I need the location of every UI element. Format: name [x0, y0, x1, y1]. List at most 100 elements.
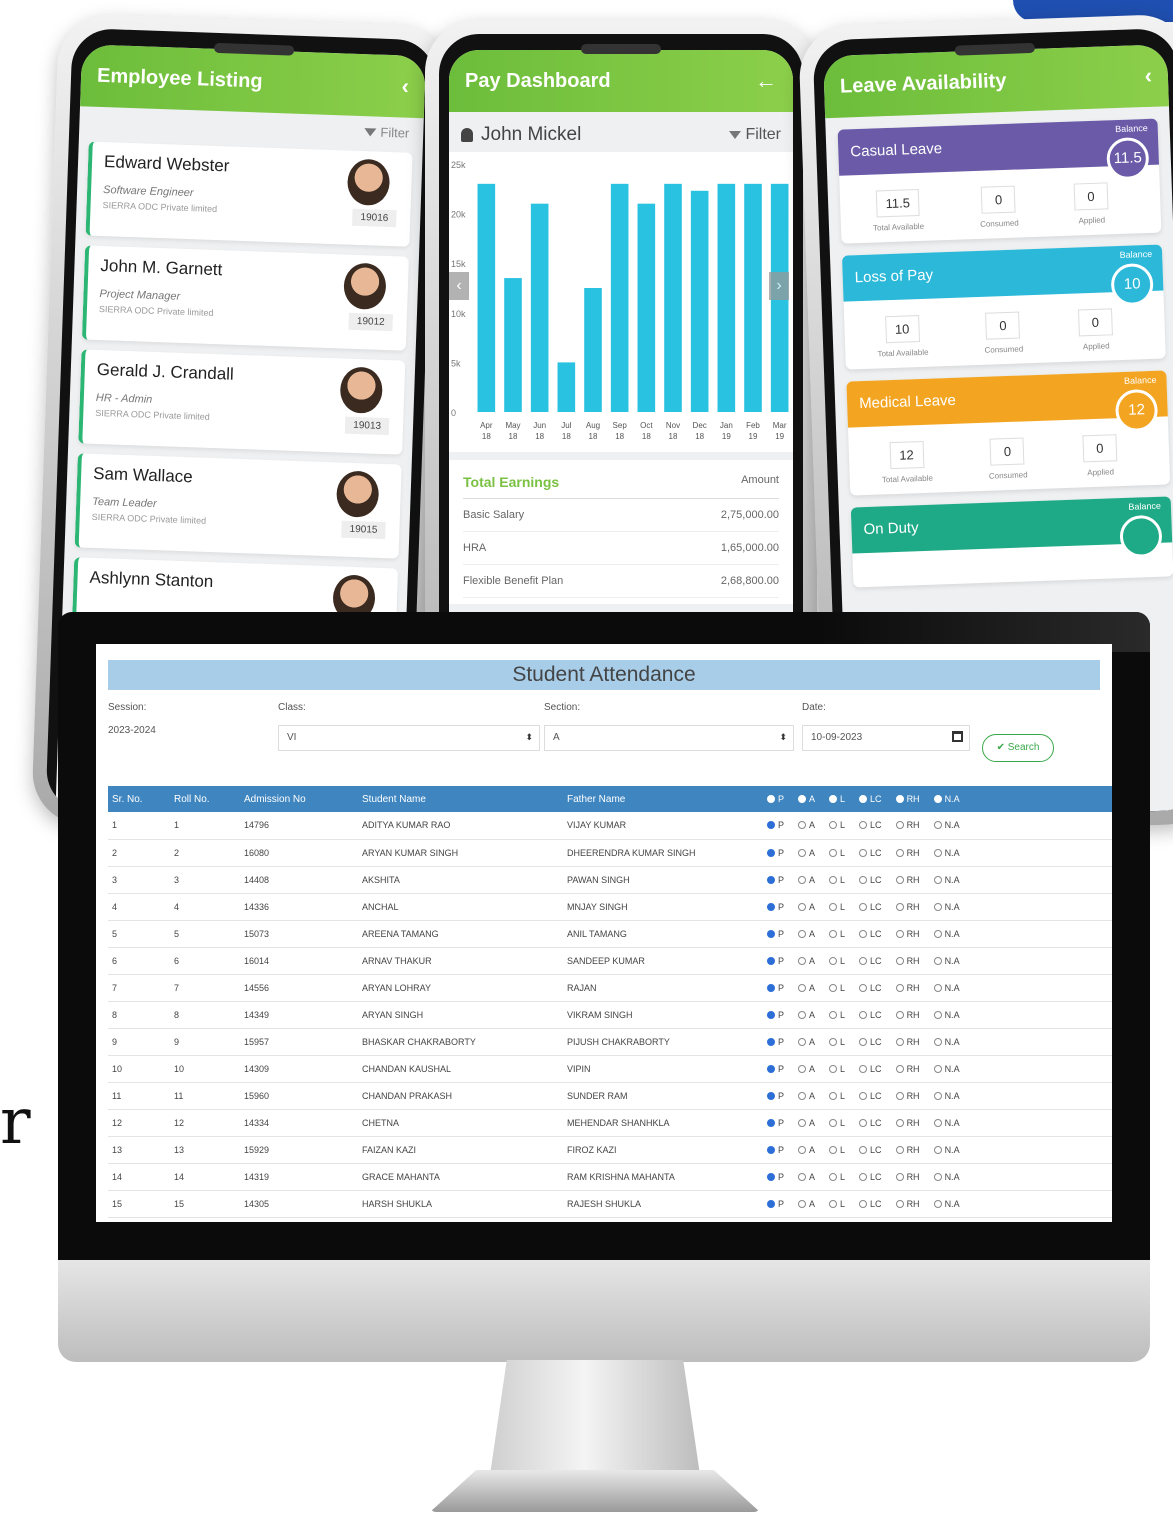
status-radio[interactable]: RH: [895, 1199, 920, 1209]
status-radio[interactable]: LC: [859, 929, 882, 939]
status-radio[interactable]: N.A: [933, 1037, 960, 1047]
status-radio[interactable]: RH: [895, 820, 920, 830]
status-radio[interactable]: LC: [859, 956, 882, 966]
status-radio[interactable]: N.A: [933, 956, 960, 966]
bar[interactable]: [637, 203, 656, 412]
status-radio[interactable]: RH: [895, 875, 920, 885]
bar[interactable]: [530, 203, 549, 412]
status-radio[interactable]: N.A: [933, 1199, 960, 1209]
employee-card[interactable]: Edward Webster Software Engineer SIERRA OD…: [85, 141, 413, 247]
status-radio[interactable]: L: [829, 1010, 845, 1020]
bar[interactable]: [717, 183, 736, 412]
status-radio[interactable]: RH: [895, 1010, 920, 1020]
status-radio[interactable]: P: [767, 956, 784, 966]
status-radio[interactable]: A: [798, 848, 815, 858]
status-radio[interactable]: L: [829, 1145, 845, 1155]
status-radio[interactable]: A: [798, 1091, 815, 1101]
class-select[interactable]: VI ⬍: [278, 725, 540, 751]
employee-card[interactable]: Gerald J. Crandall HR - Admin SIERRA ODC P…: [78, 349, 406, 455]
status-radio[interactable]: LC: [859, 848, 882, 858]
section-select[interactable]: A ⬍: [544, 725, 794, 751]
status-radio[interactable]: RH: [895, 1064, 920, 1074]
status-radio[interactable]: LC: [859, 1145, 882, 1155]
status-radio[interactable]: L: [829, 875, 845, 885]
status-radio[interactable]: A: [798, 983, 815, 993]
search-button[interactable]: ✔ Search: [982, 734, 1054, 762]
status-radio[interactable]: L: [829, 1091, 845, 1101]
status-radio[interactable]: A: [798, 929, 815, 939]
bar[interactable]: [504, 278, 522, 412]
status-radio[interactable]: A: [798, 875, 815, 885]
status-radio[interactable]: LC: [859, 1064, 882, 1074]
bar[interactable]: [744, 183, 762, 412]
status-radio[interactable]: A: [798, 902, 815, 912]
status-radio[interactable]: RH: [895, 1145, 920, 1155]
status-radio[interactable]: N.A: [933, 983, 960, 993]
status-radio[interactable]: L: [829, 820, 845, 830]
status-radio[interactable]: L: [829, 956, 845, 966]
status-radio[interactable]: LC: [859, 1199, 882, 1209]
status-radio[interactable]: LC: [859, 983, 882, 993]
bar[interactable]: [664, 183, 682, 412]
status-radio[interactable]: N.A: [933, 1145, 960, 1155]
status-radio[interactable]: P: [767, 1091, 784, 1101]
status-radio[interactable]: N.A: [933, 820, 960, 830]
status-radio[interactable]: LC: [859, 902, 882, 912]
chart-prev-icon[interactable]: ‹: [449, 272, 469, 300]
filter-button[interactable]: Filter: [729, 126, 781, 144]
status-radio[interactable]: P: [767, 902, 784, 912]
bar[interactable]: [690, 190, 709, 412]
status-radio[interactable]: N.A: [933, 902, 960, 912]
status-radio[interactable]: L: [829, 848, 845, 858]
status-radio[interactable]: N.A: [933, 1118, 960, 1128]
status-radio[interactable]: N.A: [933, 1010, 960, 1020]
status-radio[interactable]: RH: [895, 1091, 920, 1101]
status-radio[interactable]: P: [767, 875, 784, 885]
status-radio[interactable]: P: [767, 1172, 784, 1182]
status-radio[interactable]: A: [798, 1172, 815, 1182]
status-radio[interactable]: L: [829, 902, 845, 912]
status-radio[interactable]: RH: [895, 1118, 920, 1128]
bar[interactable]: [557, 362, 576, 412]
back-icon[interactable]: ‹: [1144, 63, 1152, 89]
bar[interactable]: [477, 183, 496, 412]
status-radio[interactable]: LC: [859, 1010, 882, 1020]
status-radio[interactable]: A: [798, 956, 815, 966]
status-radio[interactable]: LC: [859, 820, 882, 830]
date-input[interactable]: 10-09-2023: [802, 725, 970, 751]
status-radio[interactable]: LC: [859, 1091, 882, 1101]
status-radio[interactable]: RH: [895, 902, 920, 912]
status-radio[interactable]: RH: [895, 848, 920, 858]
status-radio[interactable]: P: [767, 1199, 784, 1209]
status-radio[interactable]: A: [798, 820, 815, 830]
status-radio[interactable]: P: [767, 1118, 784, 1128]
employee-card[interactable]: John M. Garnett Project Manager SIERRA ODC…: [81, 245, 409, 351]
status-radio[interactable]: L: [829, 1064, 845, 1074]
status-radio[interactable]: LC: [859, 875, 882, 885]
status-radio[interactable]: A: [798, 1145, 815, 1155]
status-radio[interactable]: P: [767, 1010, 784, 1020]
status-radio[interactable]: P: [767, 820, 784, 830]
status-radio[interactable]: L: [829, 1118, 845, 1128]
status-radio[interactable]: LC: [859, 1118, 882, 1128]
chart-next-icon[interactable]: ›: [769, 272, 789, 300]
status-radio[interactable]: P: [767, 1064, 784, 1074]
status-radio[interactable]: N.A: [933, 1091, 960, 1101]
status-radio[interactable]: N.A: [933, 1172, 960, 1182]
status-radio[interactable]: RH: [895, 983, 920, 993]
status-radio[interactable]: N.A: [933, 875, 960, 885]
status-radio[interactable]: L: [829, 929, 845, 939]
status-radio[interactable]: A: [798, 1064, 815, 1074]
status-radio[interactable]: L: [829, 983, 845, 993]
status-radio[interactable]: P: [767, 1037, 784, 1047]
calendar-icon[interactable]: [952, 731, 963, 742]
status-radio[interactable]: RH: [895, 956, 920, 966]
back-arrow-icon[interactable]: ←: [755, 68, 777, 94]
bar[interactable]: [584, 288, 602, 412]
status-radio[interactable]: P: [767, 848, 784, 858]
status-radio[interactable]: A: [798, 1037, 815, 1047]
status-radio[interactable]: RH: [895, 929, 920, 939]
status-radio[interactable]: A: [798, 1118, 815, 1128]
status-radio[interactable]: L: [829, 1199, 845, 1209]
status-radio[interactable]: A: [798, 1199, 815, 1209]
